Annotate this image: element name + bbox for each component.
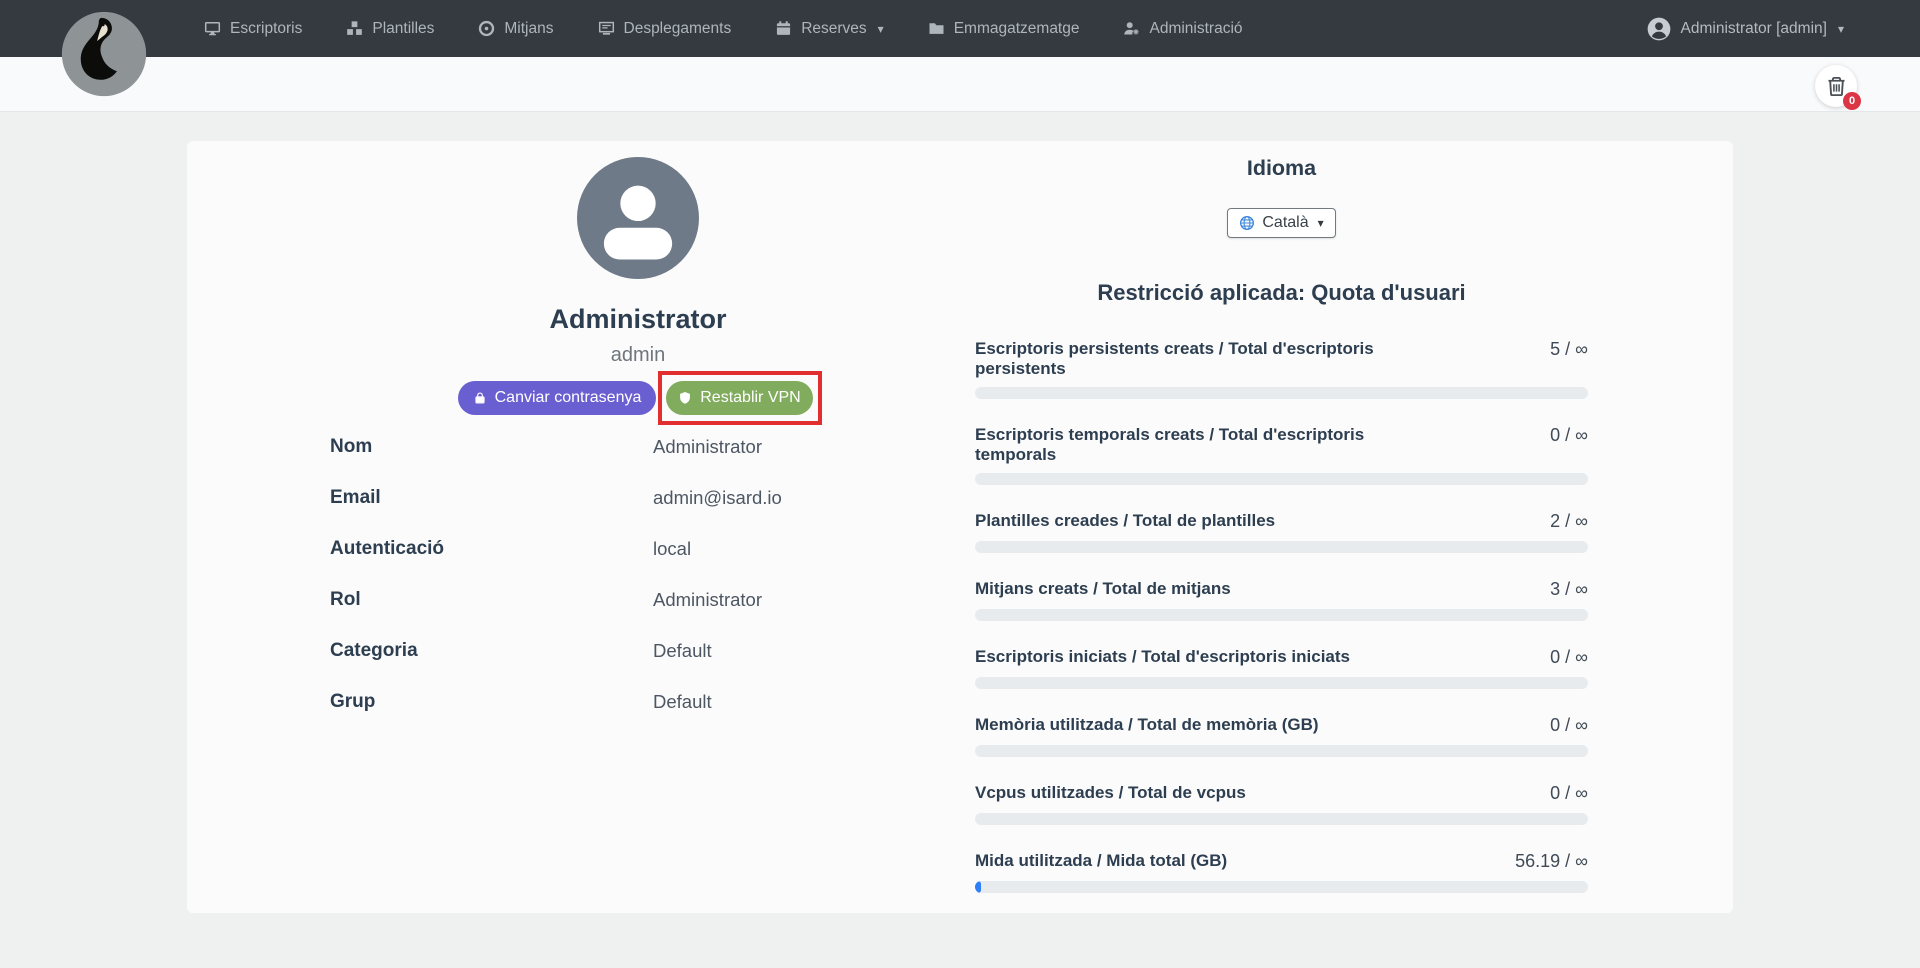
- folder-icon: [928, 20, 945, 37]
- shield-icon: [678, 391, 692, 405]
- profile-field-label: Autenticació: [330, 538, 445, 559]
- profile-field-value: admin@isard.io: [653, 487, 782, 508]
- isard-logo[interactable]: [61, 11, 147, 97]
- quota-item-value: 0 / ∞: [1550, 647, 1588, 667]
- profile-field-label: Categoria: [330, 640, 418, 661]
- quota-item-value: 0 / ∞: [1550, 783, 1588, 803]
- quota-item: Escriptoris persistents creats / Total d…: [975, 339, 1588, 399]
- quota-progress-bar: [975, 677, 1588, 689]
- quota-item-label: Mitjans creats / Total de mitjans: [975, 579, 1231, 598]
- quota-progress-fill: [975, 881, 981, 893]
- profile-field-value: Administrator: [653, 436, 762, 457]
- calendar-icon: [775, 20, 792, 37]
- nav-item-emmagatzematge[interactable]: Emmagatzematge ▾: [928, 20, 1079, 38]
- profile-field-value: Default: [653, 640, 712, 661]
- user-avatar: [577, 157, 699, 279]
- quota-item: Escriptoris iniciats / Total d'escriptor…: [975, 647, 1588, 689]
- profile-field-grup: Grup Default: [330, 691, 980, 742]
- disc-icon: [478, 20, 495, 37]
- user-menu-label: Administrator [admin]: [1680, 19, 1827, 37]
- recycle-bin-badge: 0: [1843, 92, 1861, 110]
- quota-progress-bar: [975, 813, 1588, 825]
- profile-field-nom: Nom Administrator: [330, 436, 980, 487]
- nav-item-desplegaments[interactable]: Desplegaments ▾: [598, 20, 731, 38]
- quota-progress-bar: [975, 473, 1588, 485]
- quota-progress-bar: [975, 541, 1588, 553]
- quota-section-title: Restricció aplicada: Quota d'usuari: [1097, 280, 1466, 305]
- profile-field-label: Grup: [330, 691, 376, 712]
- user-menu-dropdown[interactable]: Administrator [admin] ▾: [1646, 0, 1844, 57]
- navbar-menu: Escriptoris ▾ Plantilles ▾ Mitjans ▾ Des…: [204, 0, 1243, 57]
- profile-display-name: Administrator: [549, 304, 727, 334]
- quota-item-value: 0 / ∞: [1550, 425, 1588, 445]
- nav-item-reserves[interactable]: Reserves ▾: [775, 20, 884, 38]
- nav-item-administracio[interactable]: Administració ▾: [1123, 20, 1243, 38]
- caret-down-icon: ▾: [1837, 21, 1844, 36]
- profile-field-autenticacio: Autenticació local: [330, 538, 980, 589]
- quota-item-value: 5 / ∞: [1550, 339, 1588, 359]
- quota-item: Mida utilitzada / Mida total (GB) 56.19 …: [975, 851, 1588, 893]
- language-select-dropdown[interactable]: Català ▾: [1227, 208, 1336, 238]
- profile-fields-list: Nom Administrator Email admin@isard.io A…: [330, 436, 980, 742]
- quota-progress-bar: [975, 881, 1588, 893]
- quota-item-label: Escriptoris temporals creats / Total d'e…: [975, 425, 1365, 464]
- sub-header-bar: 0: [0, 57, 1920, 112]
- profile-card: Administrator admin Canviar contrasenya …: [187, 141, 1733, 913]
- profile-field-categoria: Categoria Default: [330, 640, 980, 691]
- profile-field-label: Rol: [330, 589, 361, 610]
- quota-item-label: Escriptoris persistents creats / Total d…: [975, 339, 1374, 378]
- quota-list: Escriptoris persistents creats / Total d…: [975, 339, 1588, 893]
- deployments-icon: [598, 20, 615, 37]
- nav-item-plantilles[interactable]: Plantilles ▾: [346, 20, 434, 38]
- quota-item-value: 56.19 / ∞: [1515, 851, 1588, 871]
- caret-down-icon: ▾: [1317, 216, 1324, 230]
- quota-progress-bar: [975, 745, 1588, 757]
- quota-item-label: Plantilles creades / Total de plantilles: [975, 511, 1276, 530]
- quota-item-value: 3 / ∞: [1550, 579, 1588, 599]
- profile-field-label: Nom: [330, 436, 373, 457]
- quota-item-label: Mida utilitzada / Mida total (GB): [975, 851, 1228, 870]
- change-password-button[interactable]: Canviar contrasenya: [458, 381, 656, 415]
- recycle-bin-button[interactable]: 0: [1815, 65, 1861, 110]
- profile-field-rol: Rol Administrator: [330, 589, 980, 640]
- quota-progress-bar: [975, 609, 1588, 621]
- globe-icon: [1239, 215, 1255, 231]
- quota-item: Plantilles creades / Total de plantilles…: [975, 511, 1588, 553]
- nav-item-escriptoris[interactable]: Escriptoris ▾: [204, 20, 302, 38]
- quota-item: Escriptoris temporals creats / Total d'e…: [975, 425, 1588, 485]
- profile-field-label: Email: [330, 487, 381, 508]
- quota-item-label: Memòria utilitzada / Total de memòria (G…: [975, 715, 1319, 734]
- lock-icon: [473, 391, 487, 405]
- desktop-icon: [204, 20, 221, 37]
- cubes-icon: [346, 20, 363, 37]
- profile-field-value: local: [653, 538, 692, 559]
- profile-field-value: Administrator: [653, 589, 762, 610]
- quota-item-label: Vcpus utilitzades / Total de vcpus: [975, 783, 1246, 802]
- user-circle-icon: [1646, 16, 1672, 42]
- language-section-title: Idioma: [1246, 156, 1317, 180]
- quota-item-value: 2 / ∞: [1550, 511, 1588, 531]
- quota-item: Vcpus utilitzades / Total de vcpus 0 / ∞: [975, 783, 1588, 825]
- quota-progress-bar: [975, 387, 1588, 399]
- quota-item-value: 0 / ∞: [1550, 715, 1588, 735]
- trash-icon: [1825, 75, 1848, 98]
- user-gear-icon: [1123, 20, 1140, 37]
- quota-item-label: Escriptoris iniciats / Total d'escriptor…: [975, 647, 1351, 666]
- reset-vpn-button[interactable]: Restablir VPN: [666, 381, 813, 415]
- profile-username: admin: [610, 344, 666, 366]
- language-selected: Català: [1262, 214, 1309, 231]
- quota-item: Memòria utilitzada / Total de memòria (G…: [975, 715, 1588, 757]
- quota-item: Mitjans creats / Total de mitjans 3 / ∞: [975, 579, 1588, 621]
- nav-item-mitjans[interactable]: Mitjans ▾: [478, 20, 554, 38]
- profile-field-value: Default: [653, 691, 712, 712]
- top-navbar: Escriptoris ▾ Plantilles ▾ Mitjans ▾ Des…: [0, 0, 1920, 57]
- right-column: Idioma Català ▾ Restricció aplicada: Quo…: [975, 141, 1588, 919]
- caret-down-icon: ▾: [877, 21, 884, 36]
- profile-field-email: Email admin@isard.io: [330, 487, 980, 538]
